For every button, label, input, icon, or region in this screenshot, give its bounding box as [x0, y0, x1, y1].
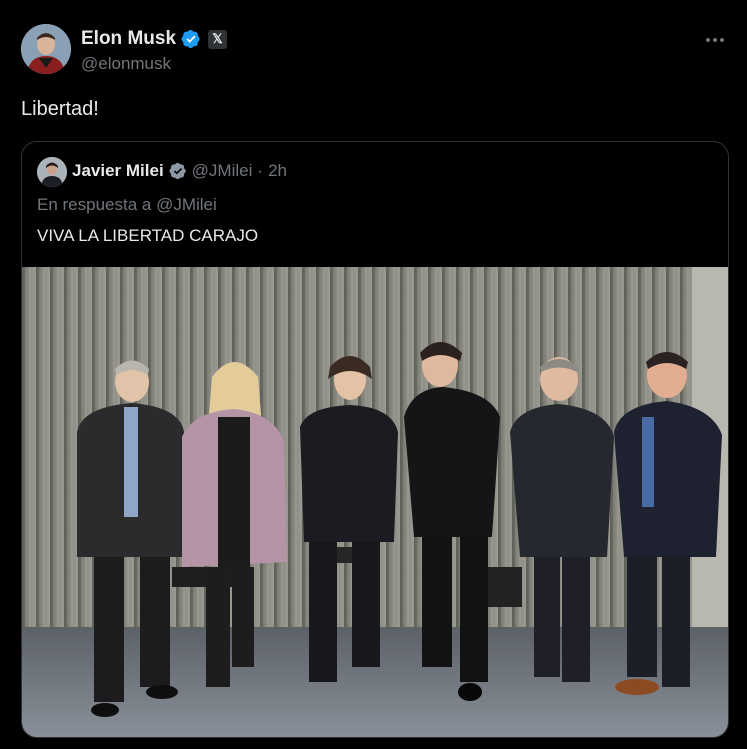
quoted-author-handle[interactable]: @JMilei — [192, 161, 253, 181]
separator-dot: · — [257, 161, 264, 180]
quoted-timestamp[interactable]: 2h — [268, 161, 287, 181]
quoted-author-avatar[interactable] — [37, 157, 67, 187]
x-logo-icon: 𝕏 — [208, 29, 228, 49]
tweet-text: Libertad! — [21, 98, 99, 120]
reply-context: En respuesta a @JMilei — [37, 195, 217, 214]
quoted-tweet-text: VIVA LA LIBERTAD CARAJO — [37, 226, 259, 245]
quoted-tweet[interactable]: Javier Milei @JMilei · 2h En respuesta a… — [21, 141, 729, 738]
verified-icon — [181, 30, 200, 48]
author-handle[interactable]: @elonmusk — [81, 54, 171, 74]
author-name[interactable]: Elon Musk — [81, 28, 176, 50]
tweet-photo[interactable] — [22, 267, 728, 737]
tweet-header: Elon Musk 𝕏 @elonmusk — [21, 24, 727, 78]
quoted-author-name[interactable]: Javier Milei — [72, 161, 164, 181]
verified-icon — [169, 162, 186, 180]
author-avatar[interactable] — [21, 24, 71, 74]
more-icon[interactable] — [703, 28, 727, 52]
